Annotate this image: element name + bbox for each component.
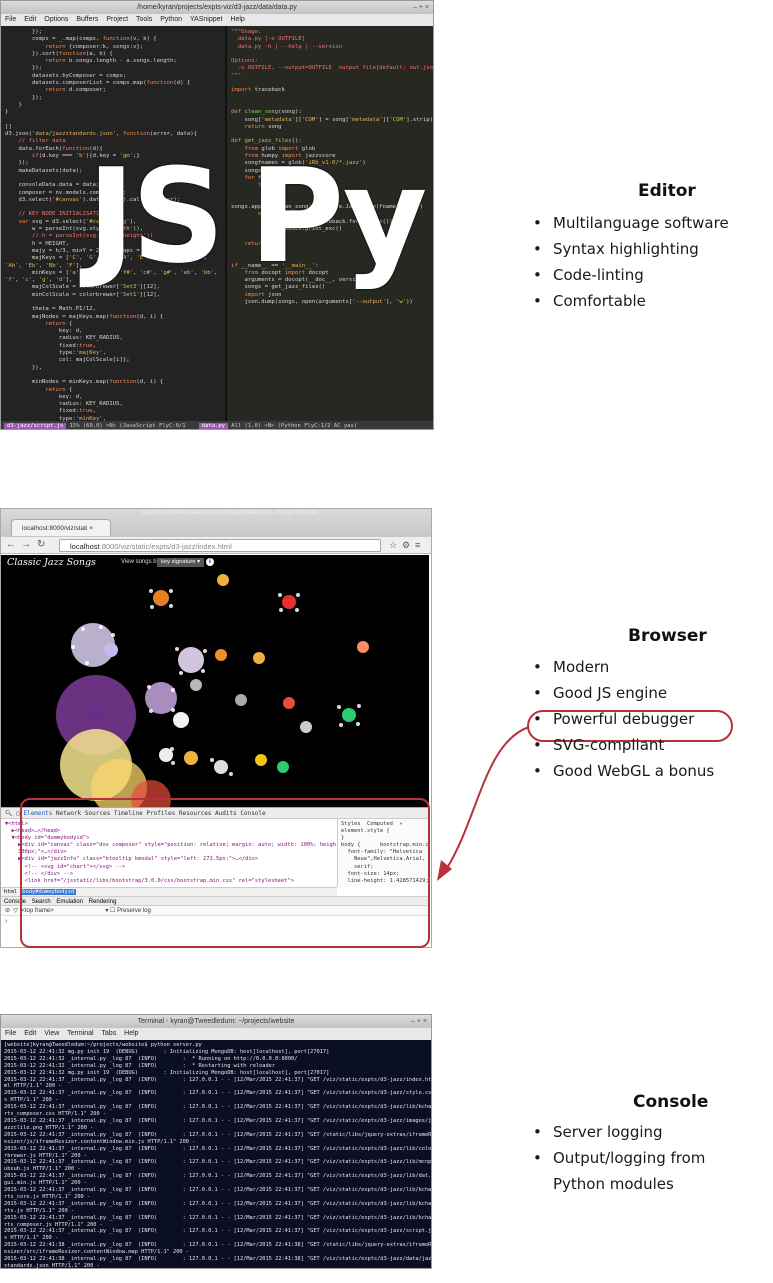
term-menu-terminal[interactable]: Terminal bbox=[67, 1030, 93, 1037]
console-feature-list: Server logging Output/logging from Pytho… bbox=[531, 1119, 705, 1197]
console-feature-item: Output/logging from bbox=[531, 1145, 705, 1171]
term-menu-file[interactable]: File bbox=[5, 1030, 16, 1037]
terminal-title-bar: Terminal - kyran@Tweedledum: ~/projects/… bbox=[1, 1015, 431, 1028]
browser-feature-item: Modern bbox=[531, 654, 714, 680]
terminal-menu-bar: File Edit View Terminal Tabs Help bbox=[1, 1028, 431, 1040]
term-menu-view[interactable]: View bbox=[44, 1030, 59, 1037]
console-feature-item-continued: Python modules bbox=[553, 1175, 674, 1193]
browser-heading: Browser bbox=[628, 626, 707, 646]
terminal-output[interactable]: [website]kyran@Tweedledum:~/projects/web… bbox=[1, 1040, 431, 1268]
term-menu-tabs[interactable]: Tabs bbox=[101, 1030, 116, 1037]
terminal-window-controls[interactable]: – + × bbox=[411, 1015, 427, 1028]
console-feature-item: Server logging bbox=[531, 1119, 705, 1145]
browser-feature-item: Powerful debugger bbox=[531, 706, 714, 732]
browser-feature-item: Good WebGL a bonus bbox=[531, 758, 714, 784]
browser-feature-list: Modern Good JS engine Powerful debugger … bbox=[531, 654, 714, 784]
term-menu-help[interactable]: Help bbox=[124, 1030, 138, 1037]
console-heading: Console bbox=[633, 1092, 709, 1112]
browser-feature-item: Good JS engine bbox=[531, 680, 714, 706]
terminal-window: Terminal - kyran@Tweedledum: ~/projects/… bbox=[0, 1014, 432, 1269]
browser-feature-item: SVG-compliant bbox=[531, 732, 714, 758]
term-menu-edit[interactable]: Edit bbox=[24, 1030, 36, 1037]
